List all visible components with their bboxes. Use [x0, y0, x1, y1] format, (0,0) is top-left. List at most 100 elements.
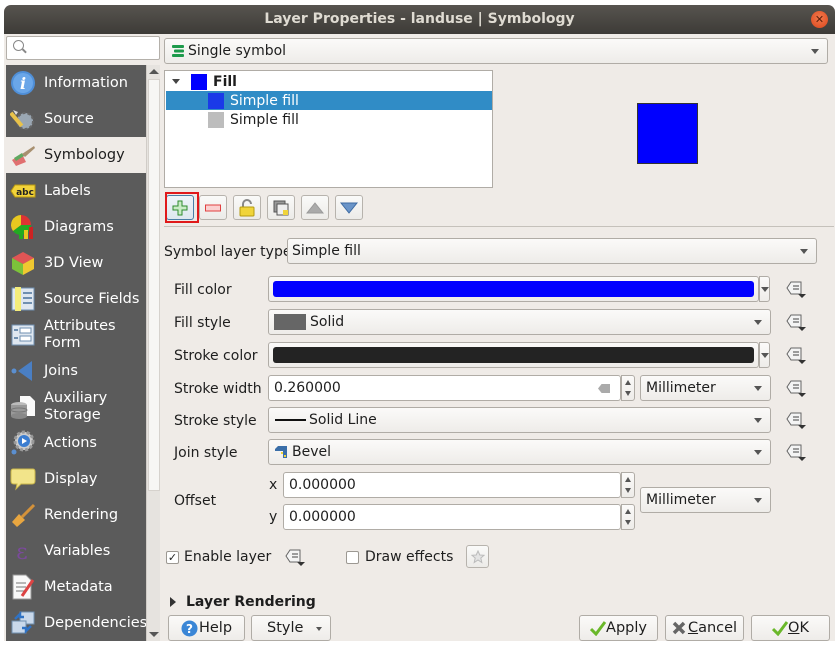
offset-x-value: 0.000000: [289, 477, 356, 493]
fill-style-value: Solid: [310, 314, 345, 330]
checkmark-icon: [772, 621, 789, 636]
sidebar-scrollbar[interactable]: [146, 65, 160, 641]
help-button[interactable]: ? Help: [168, 615, 245, 641]
duplicate-layer-button[interactable]: [267, 195, 295, 220]
highlight-box: [165, 192, 199, 223]
sidebar-item-labels[interactable]: abc Labels: [6, 173, 146, 209]
sidebar-item-information[interactable]: i Information: [6, 65, 146, 101]
stroke-color-button[interactable]: [268, 342, 759, 368]
label-line-2: Form: [44, 335, 81, 351]
dependencies-icon: [10, 610, 36, 636]
title-bar: Layer Properties - landuse | Symbology ✕: [4, 5, 835, 34]
fill-color-button[interactable]: [268, 276, 759, 302]
data-defined-override-icon[interactable]: [784, 410, 808, 430]
collapse-arrow-icon[interactable]: [170, 597, 176, 607]
stroke-width-unit-select[interactable]: Millimeter: [640, 375, 771, 401]
stroke-width-spinner[interactable]: [621, 375, 635, 401]
stroke-width-input[interactable]: 0.260000: [268, 375, 621, 401]
sidebar-item-rendering[interactable]: Rendering: [6, 497, 146, 533]
ok-label: OK: [788, 620, 809, 636]
remove-layer-button[interactable]: [199, 195, 227, 220]
sidebar-item-source-fields[interactable]: Source Fields: [6, 281, 146, 317]
spin-down-icon[interactable]: [625, 488, 631, 493]
move-up-icon: [306, 201, 324, 213]
join-style-select[interactable]: Bevel: [268, 439, 771, 465]
data-defined-override-icon[interactable]: [784, 378, 808, 398]
sidebar-item-metadata[interactable]: Metadata: [6, 569, 146, 605]
sidebar-item-label: 3D View: [44, 254, 104, 271]
add-layer-button[interactable]: [165, 192, 199, 223]
svg-text:abc: abc: [16, 188, 34, 198]
offset-y-spinner[interactable]: [621, 504, 635, 530]
ok-button[interactable]: OK: [751, 615, 830, 641]
sidebar-item-label: Rendering: [44, 506, 119, 523]
apply-button[interactable]: Apply: [579, 615, 658, 641]
sidebar-search-input[interactable]: [6, 36, 160, 60]
enable-layer-checkbox[interactable]: ✓: [166, 551, 179, 564]
spin-up-icon[interactable]: [625, 477, 631, 482]
offset-y-input[interactable]: 0.000000: [283, 504, 621, 530]
sidebar-item-auxiliary-storage[interactable]: Auxiliary Storage: [6, 389, 146, 425]
offset-unit-select[interactable]: Millimeter: [640, 487, 771, 513]
tree-root-label: Fill: [213, 73, 237, 90]
sidebar-item-source[interactable]: Source: [6, 101, 146, 137]
move-up-button[interactable]: [301, 195, 329, 220]
layer-rendering-header[interactable]: Layer Rendering: [186, 594, 316, 611]
lock-color-button[interactable]: [233, 195, 261, 220]
sidebar-item-label: Joins: [44, 362, 78, 379]
sidebar-item-symbology[interactable]: Symbology: [6, 137, 146, 173]
stroke-style-select[interactable]: Solid Line: [268, 407, 771, 433]
chevron-down-icon: [316, 627, 322, 631]
sidebar-item-dependencies[interactable]: Dependencies: [6, 605, 147, 641]
join-style-value: Bevel: [292, 444, 332, 460]
symbol-layer-type-select[interactable]: Simple fill: [287, 238, 817, 264]
stroke-color-dropdown[interactable]: [759, 342, 770, 368]
scroll-up-arrow[interactable]: [149, 69, 159, 74]
sidebar: i Information Source Symbology abc Label…: [4, 34, 161, 641]
sidebar-item-attributes-form[interactable]: Attributes Form: [6, 317, 146, 353]
scroll-down-arrow[interactable]: [149, 632, 159, 637]
data-defined-override-icon[interactable]: [784, 442, 808, 462]
data-defined-override-icon[interactable]: [283, 547, 307, 567]
tree-layer-simple-fill-1[interactable]: Simple fill: [166, 91, 492, 110]
symbology-panel: Single symbol Fill Simple fill Simple fi…: [161, 34, 835, 641]
tree-layer-simple-fill-2[interactable]: Simple fill: [166, 110, 492, 129]
join-style-label: Join style: [174, 445, 238, 461]
offset-x-spinner[interactable]: [621, 472, 635, 498]
spin-down-icon[interactable]: [625, 520, 631, 525]
spin-up-icon[interactable]: [625, 509, 631, 514]
sidebar-item-joins[interactable]: Joins: [6, 353, 146, 389]
offset-x-input[interactable]: 0.000000: [283, 472, 621, 498]
move-down-button[interactable]: [335, 195, 363, 220]
clear-icon[interactable]: [598, 384, 610, 393]
sidebar-item-variables[interactable]: ε Variables: [6, 533, 146, 569]
labels-abc-icon: abc: [10, 178, 36, 204]
tree-root-fill[interactable]: Fill: [166, 72, 492, 91]
joins-icon: [10, 358, 36, 384]
sidebar-item-actions[interactable]: Actions: [6, 425, 146, 461]
scrollbar-thumb[interactable]: [148, 79, 160, 491]
draw-effects-checkbox[interactable]: [346, 551, 359, 564]
spin-down-icon[interactable]: [625, 391, 631, 396]
sidebar-item-label: Symbology: [44, 146, 125, 163]
data-defined-override-icon[interactable]: [784, 279, 808, 299]
cancel-rest: ancel: [698, 620, 738, 636]
effects-settings-button[interactable]: [466, 545, 489, 568]
data-defined-override-icon[interactable]: [784, 345, 808, 365]
sidebar-item-label: Source Fields: [44, 290, 140, 307]
style-button[interactable]: Style: [251, 615, 331, 641]
cancel-button[interactable]: Cancel: [665, 615, 744, 641]
data-defined-override-icon[interactable]: [784, 312, 808, 332]
single-symbol-icon: [172, 44, 184, 58]
spin-up-icon[interactable]: [625, 380, 631, 385]
renderer-type-select[interactable]: Single symbol: [164, 38, 828, 64]
fill-style-select[interactable]: Solid: [268, 309, 771, 335]
stroke-style-label: Stroke style: [174, 413, 257, 429]
close-icon[interactable]: ✕: [811, 11, 828, 28]
help-icon: ?: [181, 620, 198, 636]
fill-color-dropdown[interactable]: [759, 276, 770, 302]
expand-arrow-icon[interactable]: [172, 79, 180, 84]
sidebar-item-diagrams[interactable]: Diagrams: [6, 209, 146, 245]
sidebar-item-3d-view[interactable]: 3D View: [6, 245, 146, 281]
sidebar-item-display[interactable]: Display: [6, 461, 146, 497]
